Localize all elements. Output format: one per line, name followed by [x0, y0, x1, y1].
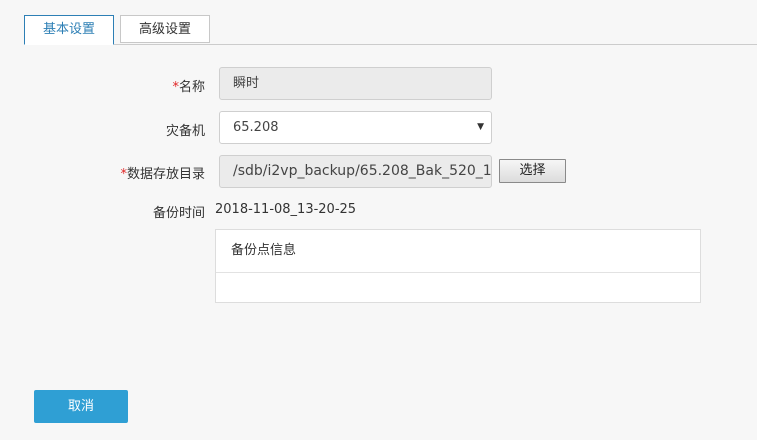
choose-button[interactable]: 选择 — [499, 159, 566, 183]
dr-machine-label-text: 灾备机 — [165, 124, 205, 139]
backup-point-info-header: 备份点信息 — [216, 230, 700, 273]
name-label: *名称 — [0, 76, 205, 95]
dr-machine-label: 灾备机 — [0, 120, 205, 139]
data-dir-label: *数据存放目录 — [0, 163, 205, 182]
tabs-divider — [24, 44, 757, 45]
backup-time-label: 备份时间 — [0, 202, 205, 221]
data-dir-label-text: 数据存放目录 — [126, 167, 205, 182]
name-value: 瞬时 — [233, 76, 260, 91]
caret-down-icon: ▼ — [477, 122, 484, 132]
data-dir-value: /sdb/i2vp_backup/65.208_Bak_520_1 — [233, 163, 492, 179]
tab-basic-settings[interactable]: 基本设置 — [24, 15, 114, 45]
dr-machine-select[interactable]: 65.208 ▼ — [219, 111, 492, 144]
cancel-button[interactable]: 取消 — [34, 390, 128, 423]
data-dir-field[interactable]: /sdb/i2vp_backup/65.208_Bak_520_1 — [219, 155, 492, 188]
dr-machine-selected: 65.208 — [233, 120, 279, 135]
name-field[interactable]: 瞬时 — [219, 67, 492, 100]
backup-time-label-text: 备份时间 — [152, 206, 205, 221]
tab-advanced-settings[interactable]: 高级设置 — [120, 15, 210, 43]
backup-point-info-panel: 备份点信息 — [215, 229, 701, 303]
name-label-text: 名称 — [178, 80, 205, 95]
backup-time-value: 2018-11-08_13-20-25 — [215, 202, 357, 217]
